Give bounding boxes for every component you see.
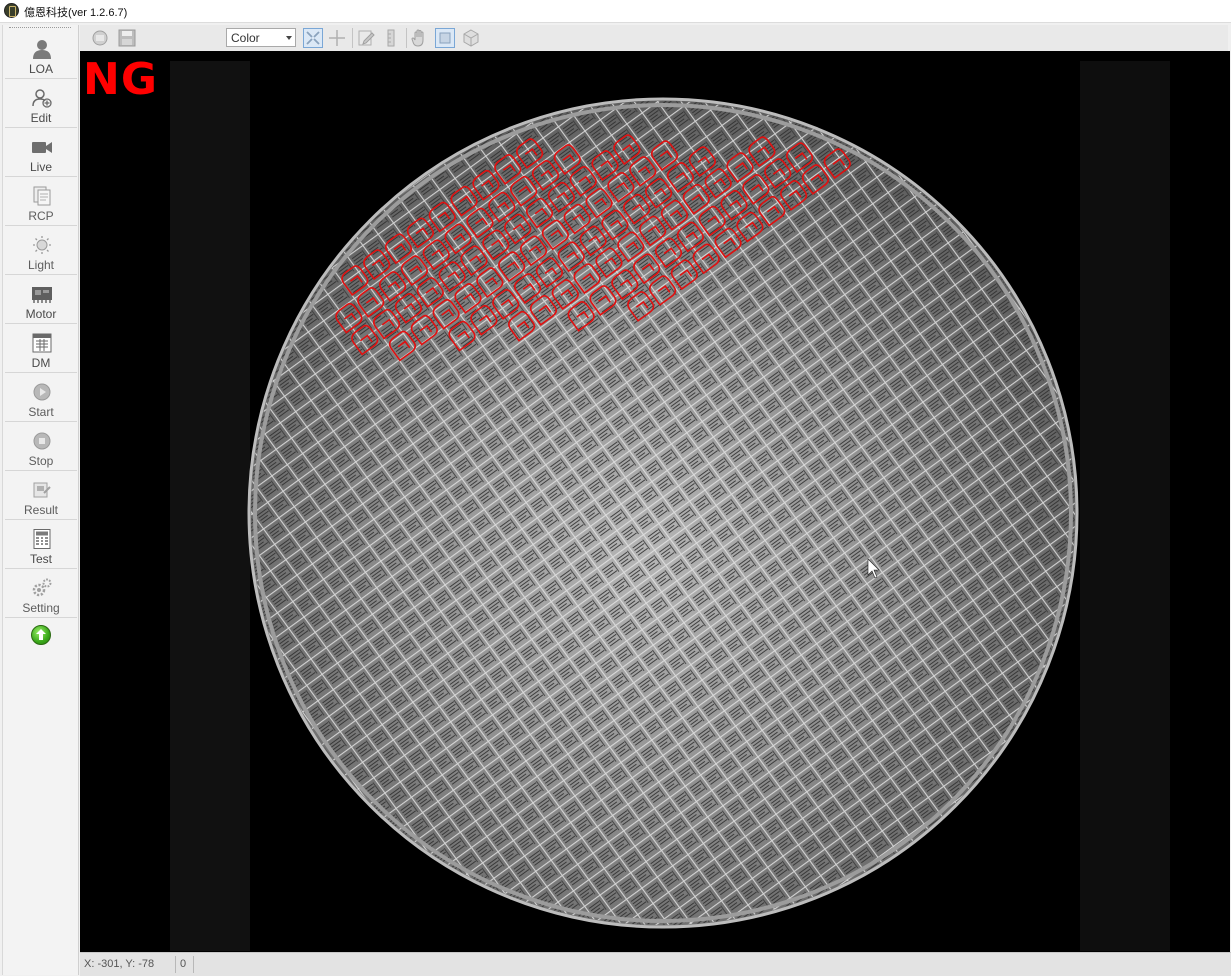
status-value: 0 (180, 958, 187, 970)
save-button[interactable] (117, 28, 137, 48)
sidebar-item-label: Setting (22, 601, 60, 615)
3d-view-button[interactable] (461, 28, 481, 48)
app-logo-icon (4, 3, 19, 18)
window-title: 億恩科技(ver 1.2.6.7) (24, 7, 128, 19)
sidebar-item-live[interactable]: Live (5, 129, 77, 177)
upload-button[interactable] (31, 625, 51, 645)
sidebar-item-light[interactable]: Light (5, 227, 77, 275)
sidebar-item-result[interactable]: Result (5, 472, 77, 520)
chevron-down-icon (286, 36, 292, 40)
color-mode-value: Color (231, 31, 260, 45)
sidebar-item-stop[interactable]: Stop (5, 423, 77, 471)
inspection-result-label: NG (83, 54, 158, 105)
fit-view-button[interactable] (303, 28, 323, 48)
toolbar-divider (406, 28, 407, 48)
sidebar-item-label: DM (31, 356, 51, 370)
stop-icon (33, 432, 51, 450)
color-mode-select[interactable]: Color (226, 28, 296, 47)
sidebar-item-label: LOA (28, 62, 53, 76)
sidebar-item-edit[interactable]: Edit (5, 80, 77, 128)
start-icon (33, 383, 51, 401)
sidebar-item-setting[interactable]: Setting (5, 570, 77, 618)
test-calculator-icon (33, 529, 51, 549)
zoom-box-button[interactable] (435, 28, 455, 48)
sidebar-item-start[interactable]: Start (5, 374, 77, 422)
sidebar-item-label: Live (29, 160, 52, 174)
sidebar-grip (9, 27, 71, 30)
3d-view-icon (463, 29, 479, 47)
edit-pen-button[interactable] (356, 28, 376, 48)
result-icon (33, 482, 51, 498)
crosshair-button[interactable] (327, 28, 347, 48)
sidebar-item-label: Edit (30, 111, 52, 125)
image-viewer[interactable]: NG (80, 51, 1230, 952)
data-matrix-icon (32, 333, 52, 353)
title-bar: 億恩科技(ver 1.2.6.7) (0, 0, 1231, 23)
cursor-coordinates: X: -301, Y: -78 (84, 958, 155, 970)
light-icon (33, 236, 51, 254)
fit-view-icon (306, 31, 320, 45)
ruler-icon (387, 29, 395, 47)
person-icon (33, 40, 51, 59)
sidebar-item-label: Light (27, 258, 55, 272)
recipe-file-icon (33, 186, 51, 206)
upload-arrow-icon (36, 629, 46, 640)
sidebar-item-loa[interactable]: LOA (5, 31, 77, 79)
sidebar-item-dm[interactable]: DM (5, 325, 77, 373)
sidebar-item-label: RCP (28, 209, 54, 223)
open-image-icon (92, 30, 108, 46)
save-icon (118, 29, 136, 47)
sidebar-item-motor[interactable]: Motor (5, 276, 77, 324)
sidebar-item-test[interactable]: Test (5, 521, 77, 569)
zoom-box-icon (439, 32, 451, 44)
open-image-button[interactable] (90, 28, 110, 48)
status-bar: X: -301, Y: -78 0 (80, 952, 1231, 976)
edit-pen-icon (358, 30, 375, 46)
toolbar-divider (352, 28, 353, 48)
image-toolbar: Color (80, 25, 1228, 52)
sidebar-item-label: Stop (28, 454, 54, 468)
gear-icon (32, 578, 52, 597)
status-divider (193, 956, 194, 973)
video-camera-icon (32, 142, 52, 153)
sidebar-item-label: Test (29, 552, 52, 566)
sidebar-item-label: Result (23, 503, 58, 517)
sidebar-item-label: Motor (25, 307, 57, 321)
pan-hand-button[interactable] (410, 28, 430, 48)
user-edit-icon (32, 89, 52, 108)
sidebar: LOA Edit Live RCP Light Motor DM Start S… (2, 25, 79, 975)
sidebar-item-rcp[interactable]: RCP (5, 178, 77, 226)
status-divider (175, 956, 176, 973)
crosshair-icon (329, 30, 345, 46)
motor-board-icon (32, 287, 52, 303)
ruler-button[interactable] (381, 28, 401, 48)
wafer-image (80, 51, 1230, 952)
pan-hand-icon (411, 29, 424, 47)
sidebar-item-label: Start (28, 405, 54, 419)
